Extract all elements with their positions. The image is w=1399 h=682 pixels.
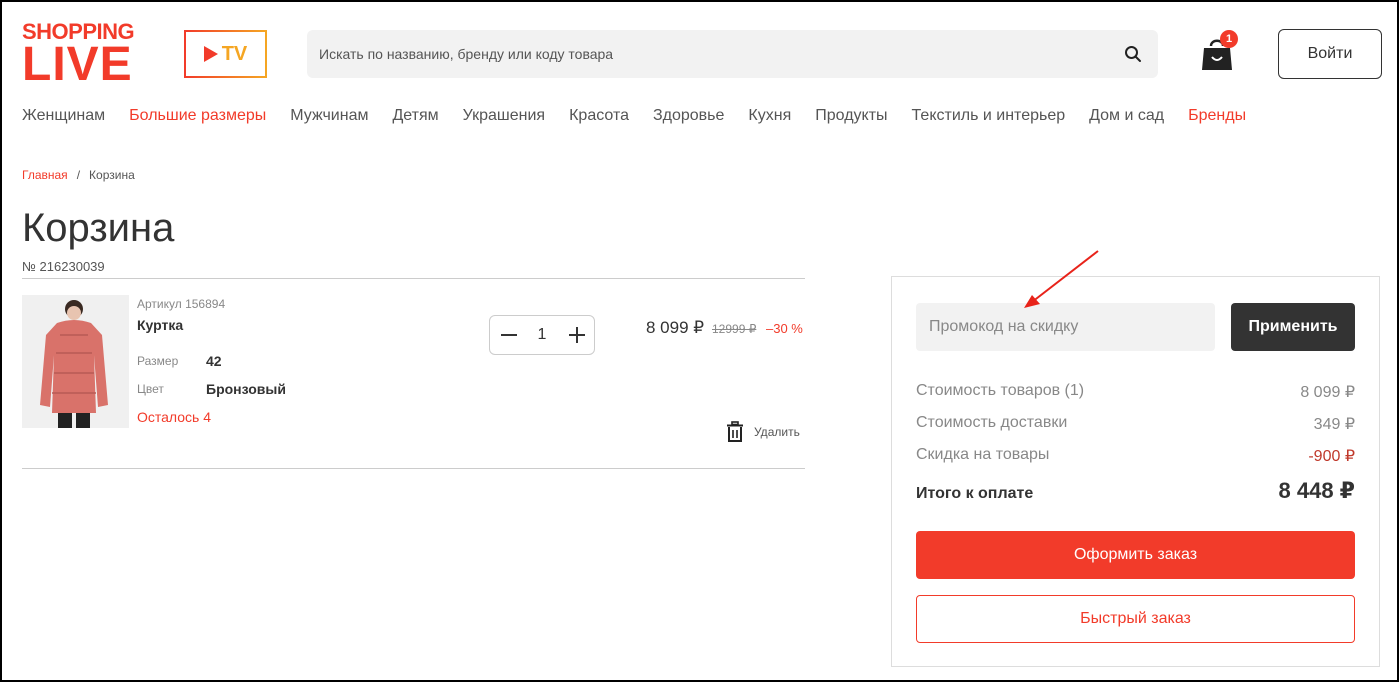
breadcrumb-home[interactable]: Главная <box>22 168 68 182</box>
trash-icon <box>727 421 743 442</box>
discount-label: Скидка на товары <box>916 446 1050 463</box>
total-value: 8 448 ₽ <box>1278 478 1355 503</box>
divider <box>22 278 805 279</box>
size-value: 42 <box>206 353 222 369</box>
summary-row-delivery-cost: Стоимость доставки 349 ₽ <box>916 414 1355 434</box>
nav-item-textile[interactable]: Текстиль и интерьер <box>912 105 1066 129</box>
site-logo[interactable]: SHOPPING LIVE <box>22 20 148 91</box>
quick-order-button[interactable]: Быстрый заказ <box>916 595 1355 643</box>
logo-line-2: LIVE <box>22 38 133 91</box>
breadcrumb-separator: / <box>76 168 81 182</box>
delivery-cost-value: 349 ₽ <box>1313 416 1355 433</box>
delivery-cost-label: Стоимость доставки <box>916 414 1068 431</box>
nav-item-health[interactable]: Здоровье <box>653 105 724 129</box>
color-label: Цвет <box>137 382 164 396</box>
items-cost-label: Стоимость товаров (1) <box>916 382 1085 399</box>
item-price: 8 099 ₽ <box>646 318 705 337</box>
main-nav: Женщинам Большие размеры Мужчинам Детям … <box>22 105 1270 129</box>
discount-value: -900 ₽ <box>1308 448 1355 465</box>
order-number: № 216230039 <box>22 259 105 274</box>
item-discount: –30 % <box>766 321 803 336</box>
product-article: Артикул 156894 <box>137 297 226 311</box>
breadcrumb: Главная / Корзина <box>22 168 135 182</box>
delete-label: Удалить <box>754 425 800 439</box>
cart-button[interactable]: 1 <box>1200 30 1238 72</box>
product-image[interactable] <box>22 295 129 428</box>
summary-total: Итого к оплате 8 448 ₽ <box>916 478 1355 504</box>
product-name[interactable]: Куртка <box>137 317 183 333</box>
nav-item-beauty[interactable]: Красота <box>569 105 629 129</box>
stock-remaining: Осталось 4 <box>137 409 212 425</box>
quantity-stepper: 1 <box>489 315 595 355</box>
page-title: Корзина <box>22 206 175 250</box>
tv-label: TV <box>221 42 248 65</box>
increase-quantity-button[interactable] <box>558 316 594 354</box>
login-button[interactable]: Войти <box>1278 29 1382 79</box>
item-old-price: 12999 ₽ <box>712 322 757 336</box>
total-label: Итого к оплате <box>916 485 1034 502</box>
jacket-image-icon <box>22 295 129 428</box>
search-bar <box>307 30 1158 78</box>
nav-item-plus-size[interactable]: Большие размеры <box>129 105 266 129</box>
cart-count-badge: 1 <box>1220 30 1238 48</box>
nav-item-brands[interactable]: Бренды <box>1188 105 1246 129</box>
items-cost-value: 8 099 ₽ <box>1300 384 1355 401</box>
summary-row-items-cost: Стоимость товаров (1) 8 099 ₽ <box>916 382 1355 402</box>
nav-item-kids[interactable]: Детям <box>392 105 438 129</box>
breadcrumb-current: Корзина <box>89 168 135 182</box>
delete-item-button[interactable]: Удалить <box>726 421 800 443</box>
search-icon[interactable] <box>1124 45 1142 63</box>
divider <box>22 468 805 469</box>
size-label: Размер <box>137 354 179 368</box>
nav-item-jewelry[interactable]: Украшения <box>463 105 545 129</box>
play-icon <box>203 46 218 62</box>
color-value: Бронзовый <box>206 381 286 397</box>
promo-code-input[interactable] <box>916 303 1215 351</box>
nav-item-women[interactable]: Женщинам <box>22 105 105 129</box>
nav-item-food[interactable]: Продукты <box>815 105 887 129</box>
quantity-value[interactable]: 1 <box>526 326 558 344</box>
search-input[interactable] <box>307 30 1107 78</box>
annotation-arrow-icon <box>1024 250 1099 308</box>
nav-item-men[interactable]: Мужчинам <box>290 105 368 129</box>
nav-item-kitchen[interactable]: Кухня <box>748 105 791 129</box>
checkout-button[interactable]: Оформить заказ <box>916 531 1355 579</box>
decrease-quantity-button[interactable] <box>490 316 526 354</box>
summary-row-discount: Скидка на товары -900 ₽ <box>916 446 1355 466</box>
apply-promo-button[interactable]: Применить <box>1231 303 1355 351</box>
nav-item-home-garden[interactable]: Дом и сад <box>1089 105 1164 129</box>
tv-button[interactable]: TV <box>184 30 267 78</box>
